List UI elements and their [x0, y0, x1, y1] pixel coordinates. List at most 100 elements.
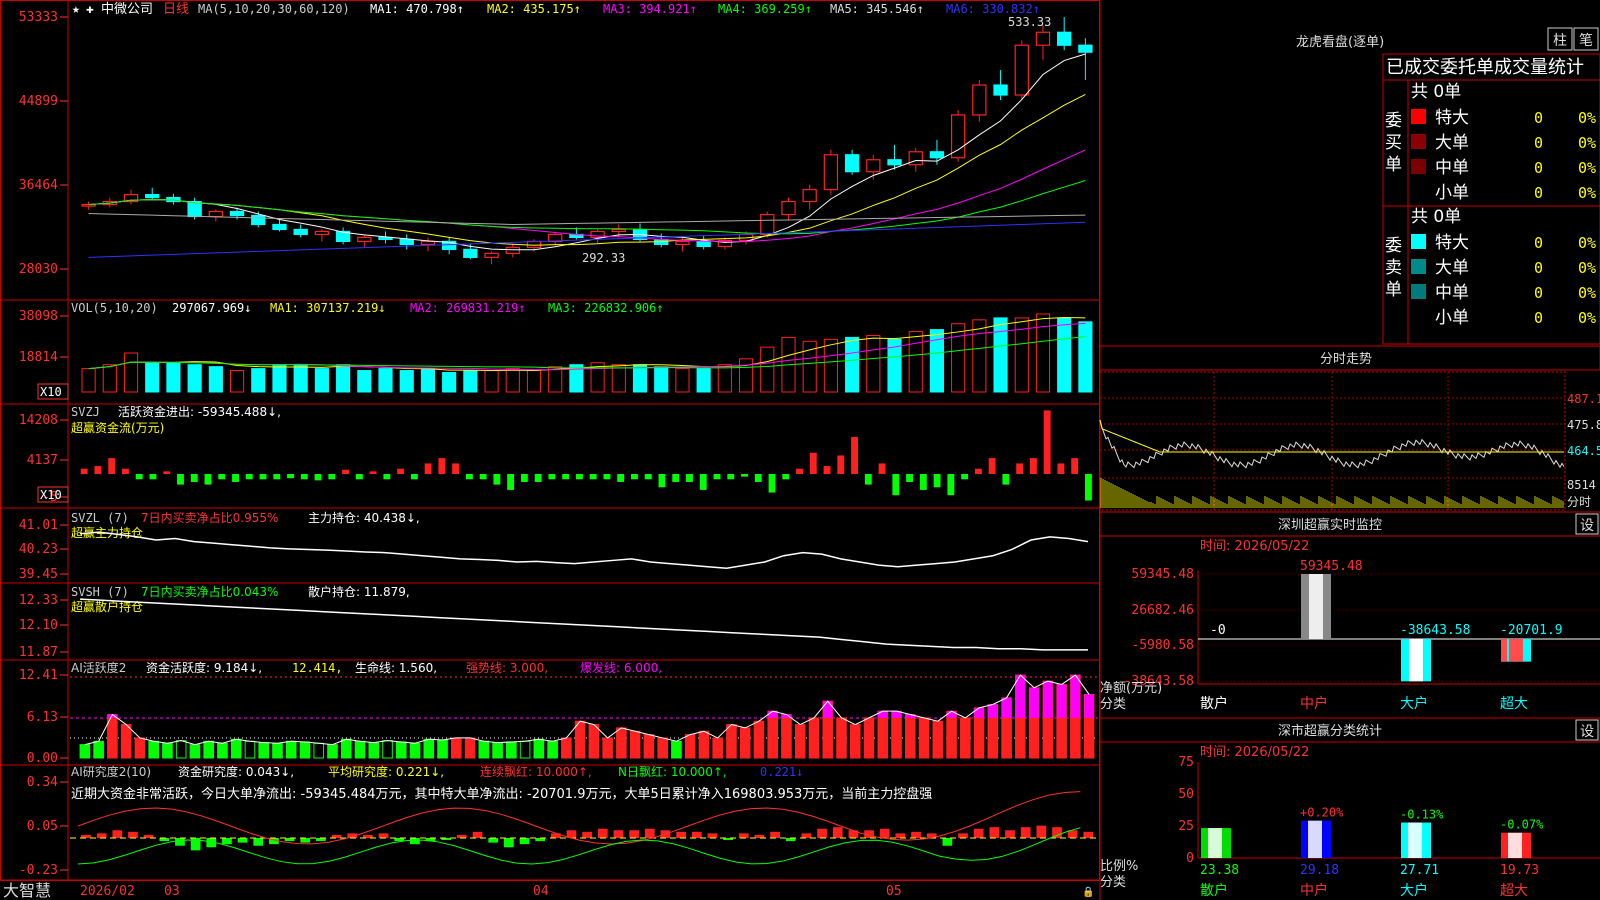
ai-active-bar-63: [946, 710, 957, 759]
ai-research-bar-47: [817, 828, 827, 838]
ai-active-bar-28: [464, 737, 476, 759]
ai-active-bar-3: [120, 724, 132, 759]
vol-bar-21: [526, 370, 542, 393]
vol-bar-17: [442, 372, 457, 393]
ai-active-top-66: [988, 704, 998, 718]
svzj-bar-47: [727, 474, 735, 480]
monitor-cat-0: 散户: [1200, 695, 1228, 712]
lock-icon[interactable]: 🔒: [1082, 886, 1094, 898]
svzj-bar-2: [108, 458, 116, 474]
monitor-cat-1: 中户: [1300, 695, 1328, 712]
sell-value-0: 0: [1534, 234, 1543, 252]
classify-pct-0: 23.38: [1200, 863, 1239, 878]
buy-pct-0: 0%: [1578, 109, 1596, 127]
ai-research-header: AI研究度2(10) 资金研究度: 0.043↓, 平均研究度: 0.221↓,…: [71, 764, 932, 802]
candle-body-16: [420, 240, 436, 246]
svzj-bar-19: [342, 469, 350, 474]
ai-research-bar-25: [472, 831, 483, 838]
vol-bar-35: [823, 338, 838, 393]
classify-cat-0: 散户: [1200, 882, 1228, 899]
ai-active-bar-42: [657, 737, 668, 759]
ai-active-bar-36: [574, 720, 586, 759]
retail-holding-line[interactable]: [79, 598, 1088, 651]
intraday-tick-high: 487.1: [1567, 392, 1600, 406]
ma2-value: MA2: 435.175↑: [487, 2, 581, 16]
svzj-bar-21: [369, 471, 377, 474]
svzj-bar-62: [933, 474, 941, 488]
ai-active-bar-35: [561, 737, 572, 759]
ai-active-bar-57: [863, 717, 875, 759]
monitor-settings-label: 设: [1580, 518, 1594, 534]
vol-bar-9: [272, 364, 287, 393]
buy-name-3: 小单: [1435, 183, 1469, 203]
ai-research-d3: 连续飘红: 10.000↑,: [480, 764, 592, 779]
monitor-cat-2: 大户: [1400, 695, 1428, 712]
svzj-bar-72: [1071, 458, 1079, 474]
ai-active-bar-41: [643, 734, 655, 759]
svzj-bar-28: [465, 474, 473, 480]
candle-body-42: [972, 84, 987, 116]
ai-active-top-58: [877, 711, 888, 718]
svzj-label: 超赢资金流(万元): [71, 420, 164, 435]
fund-flow-series[interactable]: 142084137-5X10: [19, 410, 1092, 505]
ai-active-bar-18: [327, 744, 338, 759]
vol-tick-1: 18814: [19, 350, 58, 365]
svzj-bar-23: [397, 468, 405, 474]
vol-unit: X10: [40, 385, 62, 399]
ai-research-tick-0: 0.34: [27, 775, 58, 790]
ai-research-bar-42: [738, 833, 749, 838]
vol-bar-13: [357, 370, 372, 393]
ai-active-top-67: [1001, 697, 1012, 718]
cross-icon[interactable]: ✚: [86, 2, 94, 17]
monitor-bars[interactable]: -0 散户 59345.48 中户 -38643.58 大户 -20701.9 超大: [1198, 559, 1600, 712]
main-holding-line[interactable]: [79, 531, 1089, 570]
sell-pct-2: 0%: [1578, 284, 1596, 302]
ai-active-bar-33: [533, 738, 545, 759]
bar-mode-label: 柱: [1553, 33, 1567, 49]
activity-series[interactable]: 12.41 6.13 0.00: [19, 668, 1098, 766]
vol-ma2: MA2: 269831.219↑: [410, 301, 526, 315]
svzj-bar-44: [686, 474, 693, 482]
ai-active-bar-20: [354, 740, 366, 759]
candle-body-11: [314, 230, 330, 236]
candle-body-33: [781, 200, 796, 216]
candle-body-9: [272, 223, 287, 231]
buy-name-1: 大单: [1435, 133, 1469, 153]
buy-value-0: 0: [1534, 109, 1543, 127]
intraday-unit: 分时: [1567, 495, 1591, 509]
svzj-bar-49: [754, 474, 762, 482]
longhu-title: 龙虎看盘(逐单): [1296, 34, 1384, 50]
svzj-bar-46: [713, 474, 721, 480]
classify-time: 时间: 2026/05/22: [1200, 745, 1309, 760]
monitor-xlabel: 分类: [1100, 697, 1126, 712]
ai-active-bar-60: [904, 714, 916, 759]
classify-tick-3: 0: [1186, 851, 1194, 866]
svzl-title: SVZL (7): [71, 511, 129, 525]
vol-ma1: MA1: 307137.219↓: [270, 301, 386, 315]
svsh-tick-0: 12.33: [19, 593, 58, 608]
svzj-bar-56: [851, 436, 859, 474]
ai-active-bar-17: [313, 742, 325, 759]
vol-bar-0: [81, 368, 96, 393]
period-label[interactable]: 日线: [163, 2, 189, 17]
svzj-bar-27: [452, 463, 460, 474]
ai-active-bar-21: [368, 742, 380, 759]
svsh-desc: 7日内买卖净占比0.043%: [141, 584, 278, 599]
star-icon[interactable]: ★: [72, 2, 80, 17]
candle-body-40: [929, 151, 945, 159]
classify-bars[interactable]: 23.38 散户 29.18 +0.20% 中户 27.71 -0.13% 大户 19.73 -0…: [1200, 806, 1544, 899]
ai-active-bar-8: [189, 744, 201, 759]
classify-ylabel: 比例%: [1100, 859, 1138, 874]
svzj-bar-54: [823, 466, 831, 474]
ai-active-bar-22: [382, 740, 393, 759]
sell-swatch-2: [1411, 284, 1426, 299]
svzj-bar-38: [603, 474, 611, 480]
tick-mode-label: 笔: [1579, 33, 1593, 49]
candle-body-28: [675, 240, 690, 246]
ai-active-d2: 12.414,: [292, 661, 343, 675]
date-label-mar: 03: [164, 884, 180, 899]
volume-series[interactable]: 38098 18814 X10: [19, 309, 1093, 400]
ai-active-top-73: [1084, 694, 1094, 718]
ai-active-bar-6: [162, 742, 173, 759]
buy-total: 共 0单: [1411, 82, 1461, 102]
